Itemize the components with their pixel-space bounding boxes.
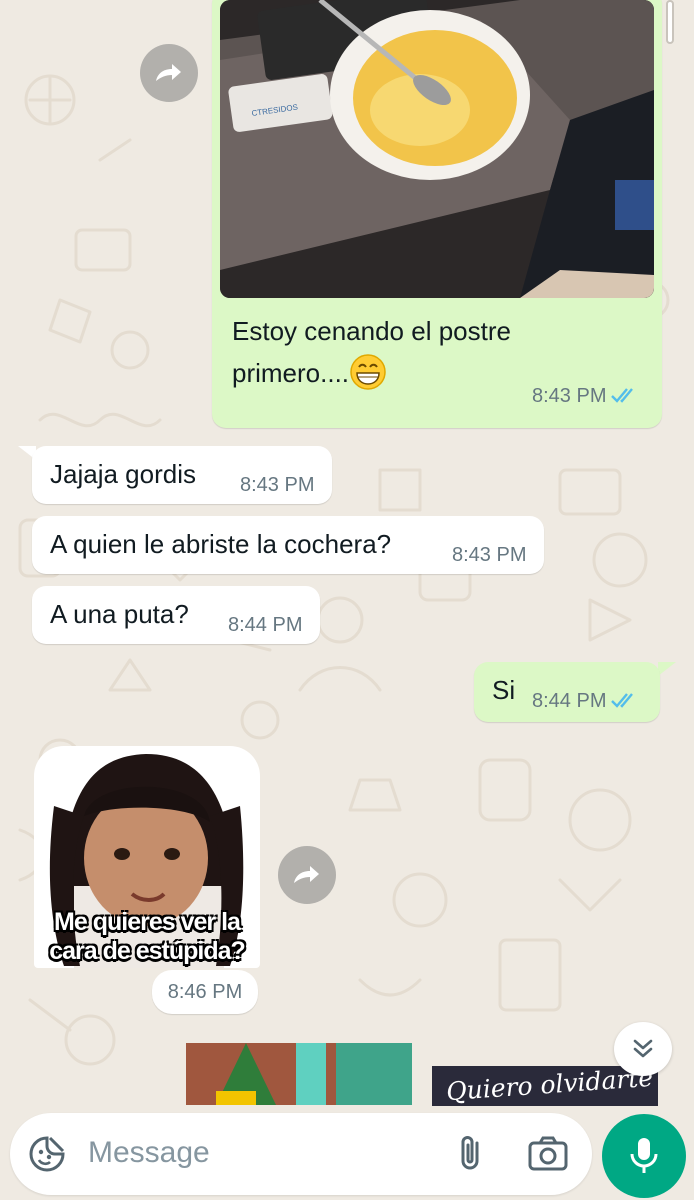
forward-button[interactable] (278, 846, 336, 904)
image-caption: Estoy cenando el postre primero.... (232, 310, 532, 394)
sticker-message[interactable]: Me quieres ver la cara de estúpida? (34, 746, 260, 968)
incoming-message[interactable]: A quien le abriste la cochera? 8:43 PM (32, 516, 544, 574)
forward-icon (156, 64, 181, 81)
image-overlay-text: Quiero olvidarte (445, 1066, 654, 1106)
message-photo[interactable]: CTRESIDOS (220, 0, 654, 298)
forward-icon (294, 866, 319, 883)
sticker-caption: Me quieres ver la cara de estúpida? (49, 908, 246, 965)
camera-icon[interactable] (526, 1133, 570, 1175)
outgoing-image-message[interactable]: CTRESIDOS Estoy cenando el postre primer… (212, 0, 662, 428)
message-text: Si (492, 675, 516, 705)
incoming-message[interactable]: A una puta? 8:44 PM (32, 586, 320, 644)
incoming-message[interactable]: Jajaja gordis 8:43 PM (32, 446, 332, 504)
grinning-face-emoji-icon (349, 353, 387, 391)
message-time: 8:43 PM (452, 544, 527, 566)
sticker-smiley-icon[interactable] (28, 1135, 66, 1173)
message-time: 8:44 PM (228, 614, 303, 636)
message-text: A quien le abriste la cochera? (50, 529, 392, 559)
voice-message-button[interactable] (602, 1114, 686, 1198)
message-meta: 8:44 PM (532, 690, 640, 713)
message-composer: Message (10, 1113, 592, 1195)
message-text: A una puta? (50, 599, 189, 629)
microphone-icon (630, 1138, 658, 1173)
sticker-time: 8:46 PM (152, 970, 258, 1014)
paperclip-icon[interactable] (450, 1133, 492, 1175)
message-time: 8:44 PM (532, 690, 607, 712)
double-chevron-down-icon (633, 1039, 653, 1058)
scroll-to-bottom-button[interactable] (614, 1022, 672, 1076)
message-time: 8:43 PM (532, 385, 607, 407)
message-text: Jajaja gordis (50, 459, 196, 489)
outgoing-bubble-tail (658, 662, 676, 676)
double-check-icon (611, 388, 634, 403)
double-check-icon (611, 693, 634, 708)
message-meta: 8:43 PM (532, 385, 640, 408)
message-input[interactable]: Message (88, 1136, 210, 1170)
partial-image-message[interactable]: Quiero olvidarte (432, 1066, 658, 1106)
forward-button[interactable] (140, 44, 198, 102)
scrollbar-thumb[interactable] (666, 0, 674, 44)
partial-image-message[interactable] (186, 1043, 412, 1105)
outgoing-message[interactable]: Si 8:44 PM (474, 662, 660, 722)
message-time: 8:43 PM (240, 474, 315, 496)
